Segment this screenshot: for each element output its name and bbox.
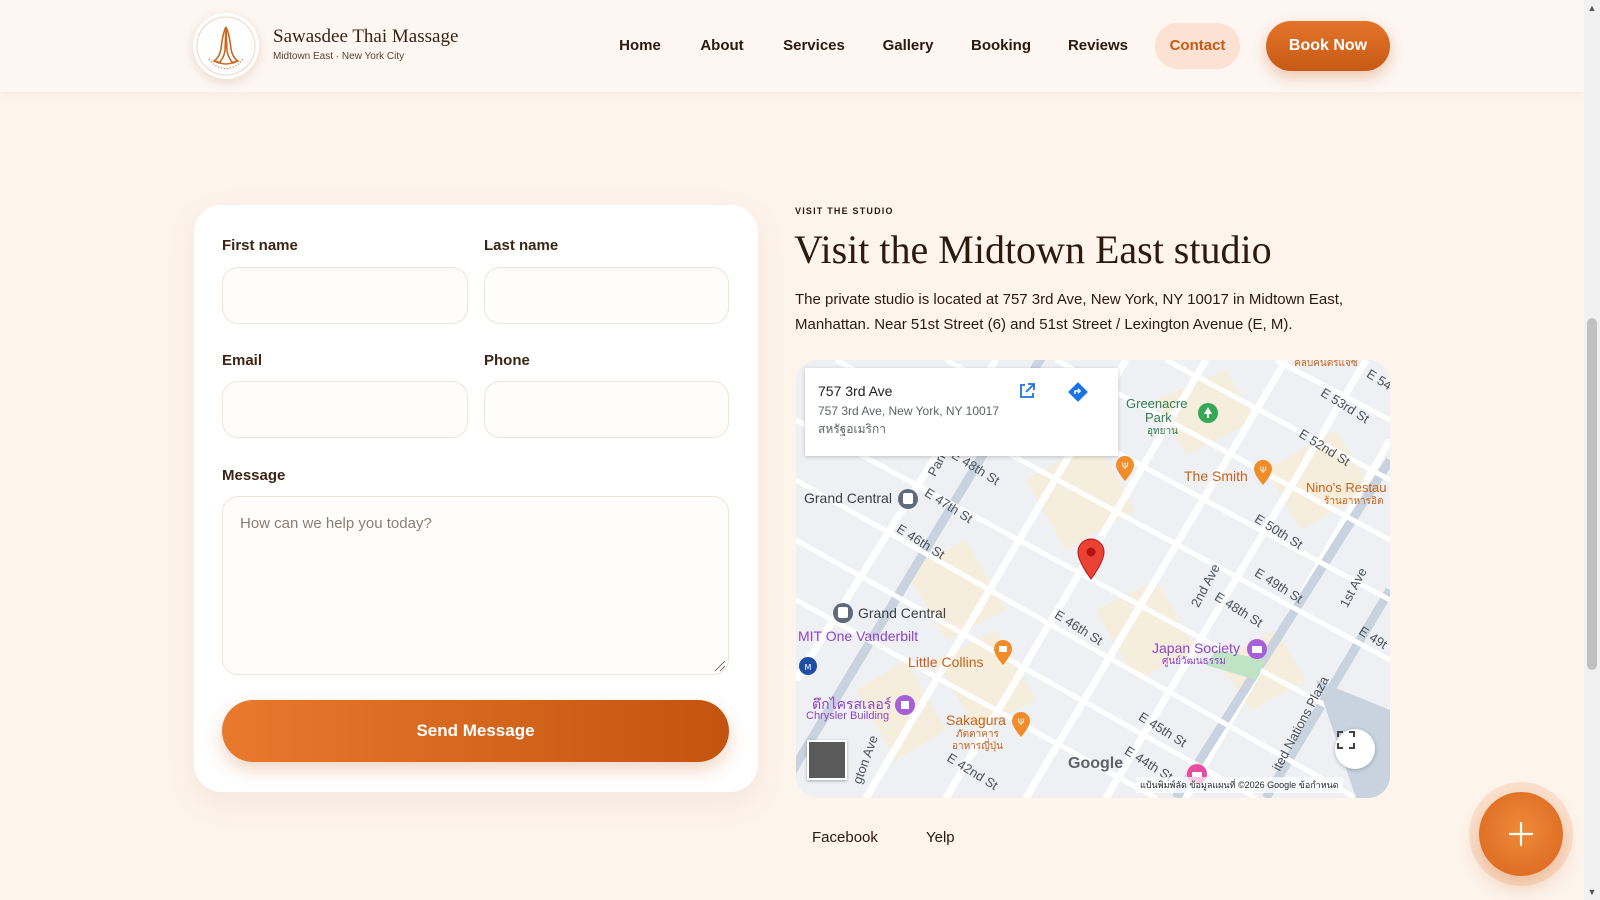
map-label-sakagura-thai-2: อาหารญี่ปุ่น [952, 741, 1003, 752]
section-eyebrow: VISIT THE STUDIO [795, 206, 894, 216]
map-place-card[interactable]: 757 3rd Ave 757 3rd Ave, New York, NY 10… [805, 368, 1118, 456]
google-map[interactable]: Greenacre Park อุทยาน The Smith Nino's R… [796, 360, 1390, 798]
map-label-greenacre[interactable]: Greenacre [1126, 396, 1187, 411]
restaurant-pin-icon[interactable]: Ψ [1010, 712, 1032, 738]
map-label-park-thai: อุทยาน [1147, 426, 1178, 437]
message-label: Message [222, 467, 286, 484]
contact-form-card: First name Last name Email Phone Message… [194, 205, 758, 792]
map-label-grand-central-2[interactable]: Grand Central [858, 605, 946, 621]
first-name-input[interactable] [222, 267, 468, 324]
fullscreen-icon [1337, 731, 1355, 749]
email-label: Email [222, 352, 263, 369]
section-description: The private studio is located at 757 3rd… [795, 291, 1344, 333]
scroll-down-arrow-icon[interactable]: ▼ [1584, 884, 1600, 900]
map-label-little-collins[interactable]: Little Collins [908, 654, 983, 670]
last-name-label: Last name [484, 237, 559, 254]
fullscreen-button[interactable] [1335, 729, 1375, 769]
map-label-the-smith[interactable]: The Smith [1184, 468, 1248, 484]
last-name-input[interactable] [484, 267, 729, 324]
message-textarea[interactable] [222, 496, 729, 675]
nav-contact[interactable]: Contact [1155, 23, 1240, 69]
resize-grip-icon[interactable] [712, 658, 726, 672]
landmark-marker-icon[interactable] [894, 694, 916, 716]
map-label-ninos-thai: ร้านอาหารอิต [1324, 496, 1384, 507]
yelp-link[interactable]: Yelp [926, 829, 955, 846]
praying-hands-icon [196, 16, 256, 76]
first-name-label: First name [222, 237, 298, 254]
logo[interactable] [193, 13, 259, 79]
park-marker-icon[interactable] [1197, 402, 1219, 424]
map-label-japan-society-thai: ศูนย์วัฒนธรรม [1162, 656, 1226, 667]
page-scrollbar[interactable]: ▲ ▼ [1584, 0, 1600, 900]
svg-text:Ψ: Ψ [1259, 466, 1266, 476]
scroll-up-arrow-icon[interactable]: ▲ [1584, 0, 1600, 16]
restaurant-pin-icon[interactable]: Ψ [1114, 456, 1136, 482]
map-label-chrysler[interactable]: Chrysler Building [806, 710, 889, 722]
restaurant-pin-icon[interactable]: Ψ [1252, 460, 1274, 486]
brand-subtitle: Midtown East · New York City [273, 51, 405, 62]
svg-text:Ψ: Ψ [1121, 462, 1128, 472]
nav-reviews[interactable]: Reviews [1054, 23, 1142, 69]
transit-marker-icon[interactable] [897, 488, 919, 510]
google-logo: Google [1068, 755, 1124, 772]
place-address: 757 3rd Ave, New York, NY 10017 [818, 404, 1000, 418]
brand-name[interactable]: Sawasdee Thai Massage [273, 26, 458, 48]
scroll-thumb[interactable] [1587, 318, 1597, 670]
plus-icon [1508, 821, 1534, 847]
nav-services[interactable]: Services [770, 23, 858, 69]
transit-marker-icon[interactable] [832, 602, 854, 624]
subway-marker-icon[interactable]: M [798, 656, 818, 676]
nav-booking[interactable]: Booking [958, 23, 1044, 69]
external-link-icon [1020, 383, 1035, 398]
place-title: 757 3rd Ave [818, 383, 893, 399]
email-input[interactable] [222, 381, 468, 438]
map-label-sakagura[interactable]: Sakagura [946, 712, 1006, 728]
map-label-ninos[interactable]: Nino's Restau [1306, 480, 1387, 495]
site-header: Sawasdee Thai Massage Midtown East · New… [0, 0, 1584, 92]
facebook-link[interactable]: Facebook [812, 829, 878, 846]
nav-home[interactable]: Home [600, 23, 680, 69]
svg-text:Ψ: Ψ [1017, 718, 1024, 728]
directions-button[interactable] [1067, 381, 1101, 415]
map-label-grand-central-1[interactable]: Grand Central [804, 490, 892, 506]
location-pin-icon[interactable] [1076, 538, 1106, 580]
book-now-button[interactable]: Book Now [1266, 21, 1390, 71]
phone-input[interactable] [484, 381, 729, 438]
svg-text:M: M [805, 663, 812, 672]
section-title: Visit the Midtown East studio [794, 227, 1272, 272]
map-label-park[interactable]: Park [1145, 410, 1172, 425]
phone-label: Phone [484, 352, 530, 369]
satellite-toggle[interactable] [807, 740, 847, 780]
map-label-mit-vanderbilt[interactable]: MIT One Vanderbilt [798, 628, 918, 644]
map-label-top-poi[interactable]: คลบคนตรแจซ [1294, 360, 1358, 371]
floating-action-button[interactable] [1479, 792, 1563, 876]
open-in-maps-button[interactable] [1017, 381, 1051, 415]
museum-marker-icon[interactable] [1246, 638, 1268, 660]
nav-gallery[interactable]: Gallery [868, 23, 948, 69]
send-message-button[interactable]: Send Message [222, 700, 729, 762]
place-country: สหรัฐอเมริกา [818, 422, 886, 436]
nav-about[interactable]: About [684, 23, 760, 69]
cafe-pin-icon[interactable] [992, 640, 1014, 666]
directions-icon [1068, 382, 1088, 402]
map-attribution[interactable]: แป้นพิมพ์ลัด ข้อมูลแผนที่ ©2026 Google ข… [1136, 777, 1343, 793]
